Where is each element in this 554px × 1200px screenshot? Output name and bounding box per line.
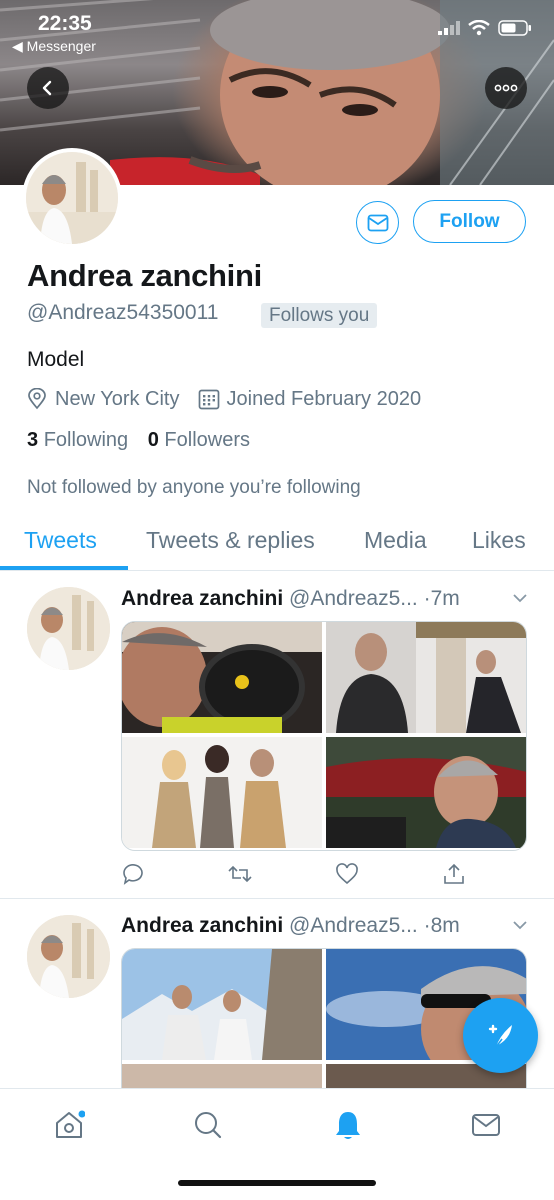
profile-name: Andrea zanchini: [27, 258, 262, 293]
tab-tweets-replies[interactable]: Tweets & replies: [146, 527, 315, 554]
tweet-author-handle: @Andreaz5...: [289, 587, 418, 610]
compose-icon: [488, 1024, 512, 1047]
profile-location: New York City: [27, 388, 180, 411]
following-link[interactable]: 3 Following: [27, 429, 128, 451]
active-tab-indicator: [0, 566, 128, 570]
calendar-icon: [198, 389, 219, 410]
tweet-photo[interactable]: [326, 622, 526, 733]
photo-car-selfie: [122, 622, 322, 733]
message-button[interactable]: [356, 201, 399, 244]
tweet-photo[interactable]: [122, 949, 322, 1060]
chevron-down-icon[interactable]: [511, 919, 529, 931]
heart-icon[interactable]: [335, 862, 359, 886]
profile-meta: New York City Joined February 2020: [27, 386, 421, 412]
tweet-media-grid: [121, 621, 527, 851]
tweet-photo[interactable]: [122, 622, 322, 733]
profile-handle: @Andreaz54350011: [27, 301, 219, 324]
follows-you-badge: Follows you: [261, 303, 378, 328]
avatar-photo: [27, 915, 110, 998]
nav-messages[interactable]: [466, 1105, 506, 1145]
avatar-photo: [27, 587, 110, 670]
tweet-author-name[interactable]: Andrea zanchini: [121, 587, 283, 610]
chevron-left-icon: [42, 80, 52, 96]
search-icon: [195, 1112, 222, 1139]
followers-link[interactable]: 0 Followers: [148, 429, 250, 451]
tab-tweets[interactable]: Tweets: [24, 527, 97, 554]
chevron-down-icon[interactable]: [511, 592, 529, 604]
envelope-icon: [367, 214, 388, 231]
envelope-icon: [472, 1114, 500, 1136]
wifi-icon: [468, 20, 490, 36]
nav-search[interactable]: [188, 1105, 228, 1145]
profile-joined: Joined February 2020: [198, 387, 422, 411]
location-pin-icon: [28, 388, 46, 410]
photo-red-car: [326, 737, 526, 848]
joined-text: Joined February 2020: [226, 387, 422, 410]
photo-mountains: [122, 949, 322, 1060]
followers-label: Followers: [164, 429, 250, 451]
nav-notifications[interactable]: [328, 1105, 368, 1145]
photo-group: [122, 737, 322, 848]
more-button[interactable]: [485, 67, 527, 109]
followers-count: 0: [147, 429, 159, 451]
tab-media[interactable]: Media: [364, 527, 427, 554]
back-button[interactable]: [27, 67, 69, 109]
home-icon: [56, 1110, 85, 1138]
tweet-time: ·7m: [423, 587, 460, 610]
tweet-author-name[interactable]: Andrea zanchini: [121, 914, 283, 937]
tweet-avatar[interactable]: [27, 915, 110, 998]
compose-tweet-button[interactable]: [463, 998, 538, 1073]
tweet-avatar[interactable]: [27, 587, 110, 670]
back-to-app-link[interactable]: ◀ Messenger: [12, 38, 96, 55]
status-time: 22:35: [38, 12, 92, 35]
tweet-photo[interactable]: [326, 737, 526, 848]
signal-icon: [438, 21, 460, 35]
tweet-time: ·8m: [423, 914, 460, 937]
avatar-photo: [26, 152, 118, 244]
status-bar: 22:35 ◀ Messenger: [0, 0, 554, 60]
reply-icon[interactable]: [121, 862, 145, 886]
home-indicator: [178, 1180, 376, 1186]
tweet-photo[interactable]: [122, 737, 322, 848]
profile-stats: 3 Following 0 Followers: [27, 429, 250, 452]
share-icon[interactable]: [442, 862, 466, 886]
battery-icon: [498, 20, 531, 36]
tweet-actions: [121, 862, 471, 888]
status-icons: [438, 20, 532, 36]
not-followed-text: Not followed by anyone you’re following: [27, 477, 361, 498]
tweet-author-handle: @Andreaz5...: [289, 914, 418, 937]
tweet-header: Andrea zanchini @Andreaz5... ·7m: [121, 587, 531, 611]
tweet-header: Andrea zanchini @Andreaz5... ·8m: [121, 914, 531, 938]
following-label: Following: [43, 429, 129, 451]
more-icon: [494, 84, 518, 92]
location-text: New York City: [55, 387, 180, 410]
bell-icon: [336, 1112, 360, 1139]
profile-avatar[interactable]: [22, 148, 122, 248]
profile-tabs: Tweets Tweets & replies Media Likes: [0, 515, 554, 571]
tweet-divider: [0, 898, 554, 899]
nav-home[interactable]: [49, 1105, 89, 1145]
tab-likes[interactable]: Likes: [472, 527, 526, 554]
profile-bio: Model: [27, 348, 85, 371]
retweet-icon[interactable]: [227, 862, 253, 886]
photo-suits: [326, 622, 526, 733]
follow-button[interactable]: Follow: [413, 200, 526, 243]
following-count: 3: [27, 429, 39, 451]
